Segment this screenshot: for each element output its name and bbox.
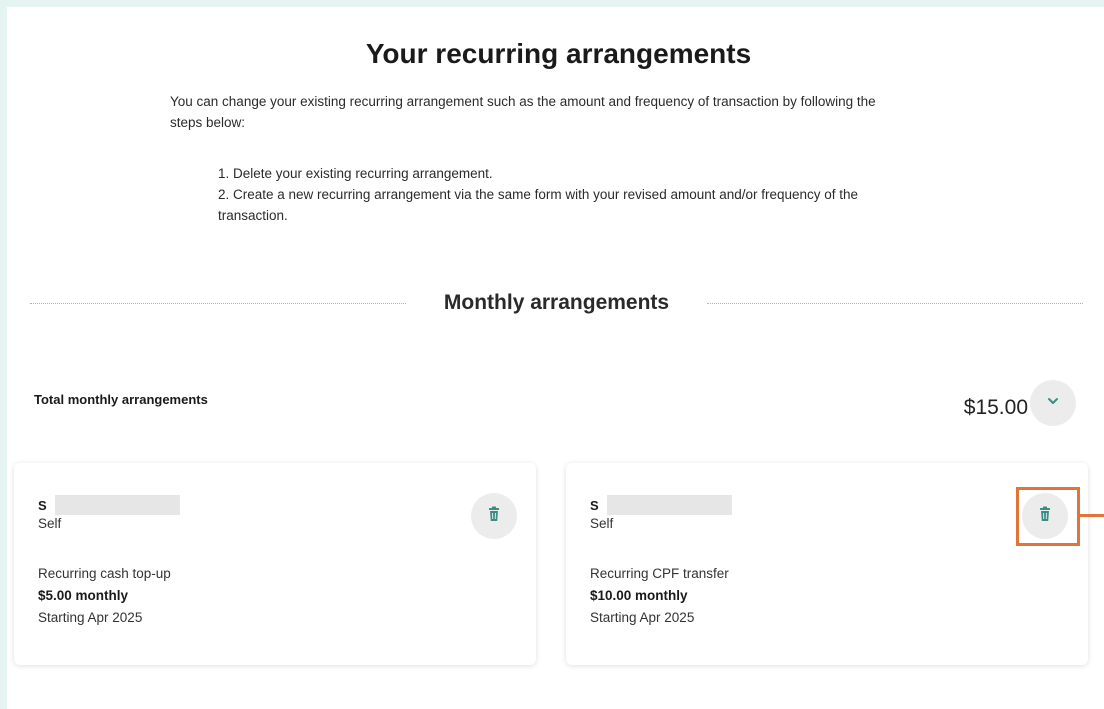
divider-left [30,302,406,304]
step-item: 1. Delete your existing recurring arrang… [218,166,493,181]
expand-button[interactable] [1030,380,1076,426]
page-title: Your recurring arrangements [365,38,752,69]
arrangement-type: Recurring CPF transfer [590,566,729,581]
highlight-box [1016,487,1080,546]
section-header: Monthly arrangements [30,283,1083,323]
annotation-pointer [1080,514,1104,517]
steps-list: 1. Delete your existing recurring arrang… [210,163,910,226]
total-label: Total monthly arrangements [34,392,208,407]
arrangement-amount: $5.00 monthly [38,588,129,603]
recipient-initial: S [38,497,47,513]
recipient-relation: Self [590,516,614,531]
arrangement-card: S Self Recurring CPF transfer $10.00 mon… [566,463,1088,665]
arrangement-start: Starting Apr 2025 [38,610,143,625]
section-title: Monthly arrangements [443,291,670,314]
arrangement-amount: $10.00 monthly [590,588,688,603]
chevron-down-icon [1046,394,1060,413]
recipient-initial: S [590,497,599,513]
recipient-relation: Self [38,516,62,531]
intro-text: You can change your existing recurring a… [170,94,876,130]
step-item: 2. Create a new recurring arrangement vi… [218,187,859,223]
total-amount: $15.00 [963,396,1028,419]
divider-right [707,302,1083,304]
arrangement-start: Starting Apr 2025 [590,610,695,625]
trash-icon [487,506,501,527]
arrangement-card: S Self Recurring cash top-up $5.00 month… [14,463,536,665]
arrangement-type: Recurring cash top-up [38,566,171,581]
delete-button[interactable] [471,493,517,539]
recipient-name: S [38,495,180,515]
redacted-name [606,495,732,515]
recipient-name: S [590,495,732,515]
redacted-name [54,495,180,515]
